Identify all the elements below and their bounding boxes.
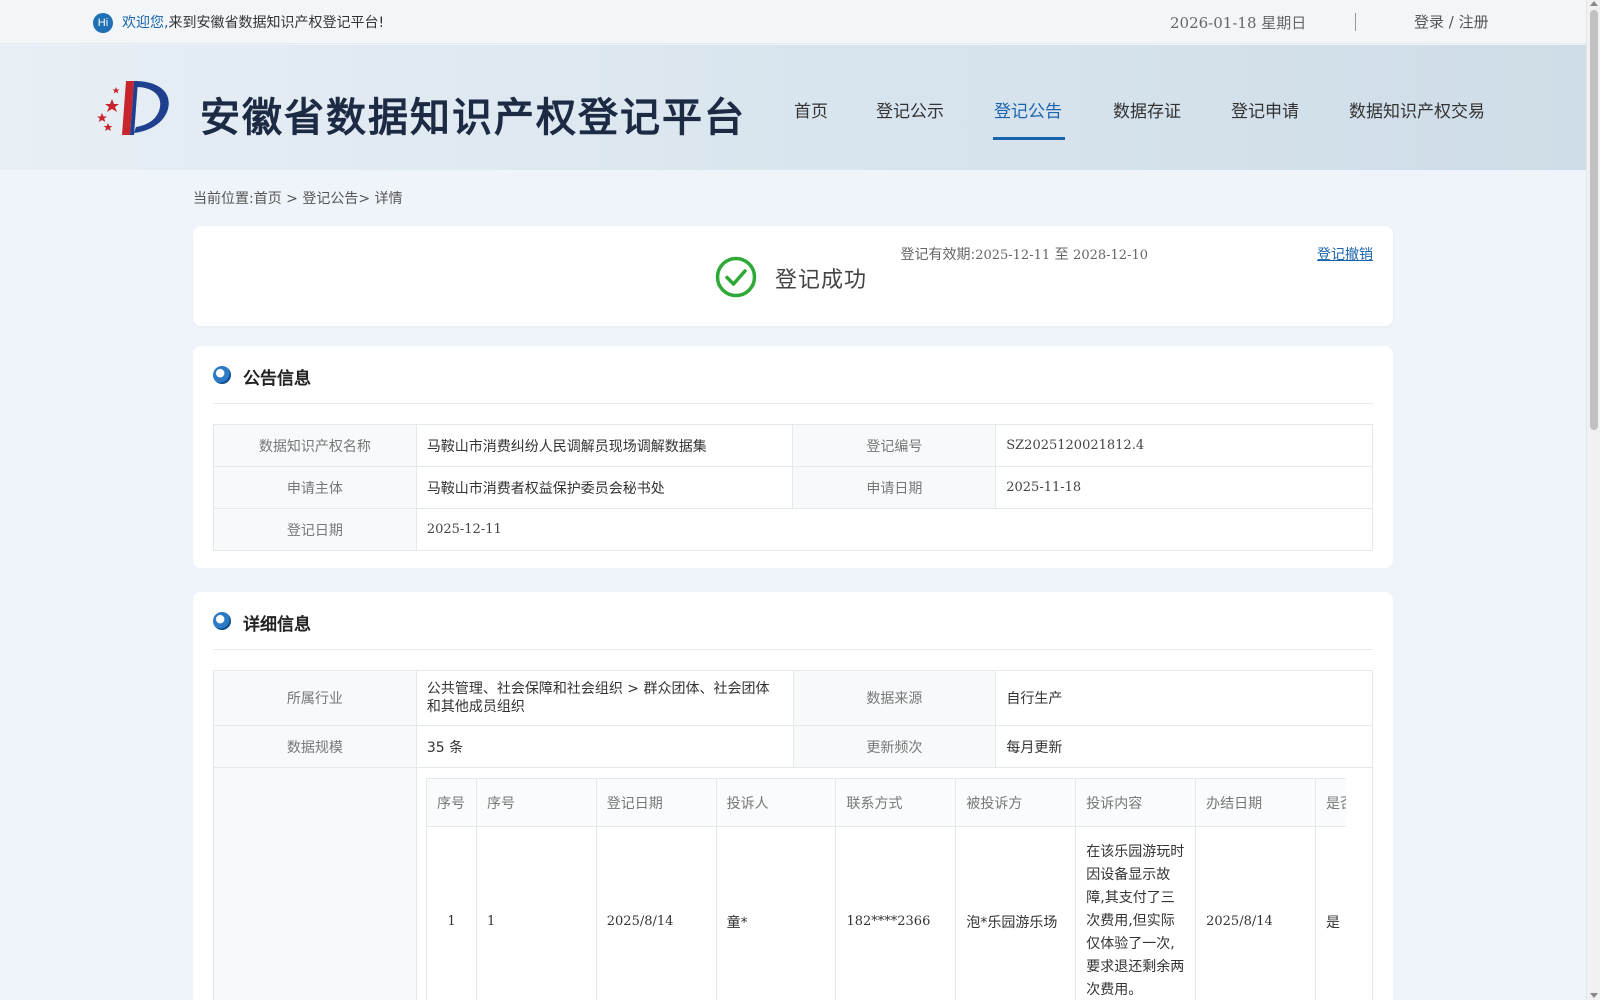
table-row: 数据知识产权名称 马鞍山市消费纠纷人民调解员现场调解数据集 登记编号 SZ202… — [213, 424, 1373, 467]
column-header: 序号 — [426, 778, 477, 827]
section-title: 公告信息 — [243, 369, 311, 389]
register-link[interactable]: 注册 — [1459, 13, 1489, 31]
name-value: 马鞍山市消费纠纷人民调解员现场调解数据集 — [415, 424, 794, 467]
table-row: 申请主体 马鞍山市消费者权益保护委员会秘书处 申请日期 2025-11-18 — [213, 466, 1373, 509]
table-row: 1 1 2025/8/14 童* 182****2366 泡*乐园游乐场 在该乐… — [426, 826, 1346, 1000]
validity-label: 登记有效期: — [900, 247, 976, 263]
industry-label: 所属行业 — [213, 670, 417, 726]
page-scrollbar[interactable] — [1586, 0, 1600, 1000]
column-header: 被投诉方 — [955, 778, 1077, 827]
sample-table-scroll[interactable]: 序号 序号 登记日期 投诉人 联系方式 被投诉方 投诉内容 办结日期 是否 1 … — [426, 778, 1346, 1000]
reg-date-label: 登记日期 — [213, 508, 417, 551]
scale-value: 35 条 — [415, 725, 794, 768]
top-bar: Hi 欢迎您,来到安徽省数据知识产权登记平台! 2026-01-18 星期日 登… — [0, 0, 1586, 44]
check-circle-icon — [715, 256, 757, 298]
nav-active-indicator — [993, 137, 1065, 140]
table-header-row: 序号 序号 登记日期 投诉人 联系方式 被投诉方 投诉内容 办结日期 是否 — [426, 778, 1346, 827]
breadcrumb-home[interactable]: 首页 — [254, 191, 282, 207]
reg-no-label: 登记编号 — [792, 424, 997, 467]
welcome-message: 来到安徽省数据知识产权登记平台! — [168, 15, 385, 31]
revoke-link[interactable]: 登记撤销 — [1317, 244, 1373, 264]
scale-label: 数据规模 — [213, 725, 417, 768]
current-date: 2026-01-18 星期日 — [1170, 14, 1307, 32]
freq-value: 每月更新 — [995, 725, 1373, 768]
nav-registration-announcement[interactable]: 登记公告 — [994, 97, 1062, 122]
scroll-down-arrow-icon[interactable] — [1590, 993, 1598, 998]
table-cell: 2025/8/14 — [1195, 826, 1316, 1000]
status-text: 登记成功 — [775, 268, 868, 293]
sample-table: 序号 序号 登记日期 投诉人 联系方式 被投诉方 投诉内容 办结日期 是否 1 … — [426, 778, 1346, 1000]
column-header: 投诉内容 — [1075, 778, 1197, 827]
nav-registration-application[interactable]: 登记申请 — [1231, 97, 1299, 122]
applicant-value: 马鞍山市消费者权益保护委员会秘书处 — [415, 466, 794, 509]
scroll-thumb[interactable] — [1590, 10, 1598, 430]
hi-icon: Hi — [93, 13, 113, 33]
welcome-prefix: 欢迎您, — [122, 15, 169, 31]
column-header: 联系方式 — [835, 778, 957, 827]
status-card: 登记有效期:2025-12-11 至 2028-12-10 登记撤销 登记成功 — [193, 226, 1393, 326]
main-nav: 首页 登记公示 登记公告 数据存证 登记申请 数据知识产权交易 — [0, 97, 1586, 147]
detail-header: 详细信息 — [213, 592, 1373, 650]
breadcrumb-separator: > — [281, 191, 303, 207]
table-cell: 1 — [475, 826, 597, 1000]
breadcrumb-prefix: 当前位置: — [193, 191, 254, 207]
name-label: 数据知识产权名称 — [213, 424, 417, 467]
industry-value: 公共管理、社会保障和社会组织 > 群众团体、社会团体和其他成员组织 — [415, 670, 794, 726]
freq-label: 更新频次 — [792, 725, 997, 768]
validity-period: 登记有效期:2025-12-11 至 2028-12-10 — [900, 244, 1148, 264]
announcement-card: 公告信息 数据知识产权名称 马鞍山市消费纠纷人民调解员现场调解数据集 登记编号 … — [193, 346, 1393, 568]
column-header: 登记日期 — [595, 778, 717, 827]
nav-registration-publicity[interactable]: 登记公示 — [876, 97, 944, 122]
breadcrumb: 当前位置:首页 > 登记公告> 详情 — [193, 188, 403, 208]
table-cell: 1 — [426, 826, 477, 1000]
sample-label-cell — [213, 767, 417, 1000]
nav-ip-trading[interactable]: 数据知识产权交易 — [1349, 97, 1485, 122]
validity-start: 2025-12-11 — [975, 248, 1051, 263]
table-cell: 童* — [715, 826, 837, 1000]
table-cell: 2025/8/14 — [595, 826, 717, 1000]
table-row: 数据规模 35 条 更新频次 每月更新 — [213, 725, 1373, 768]
welcome-text: 欢迎您,来到安徽省数据知识产权登记平台! — [122, 12, 384, 32]
column-header: 序号 — [475, 778, 597, 827]
applicant-label: 申请主体 — [213, 466, 417, 509]
auth-links: 登录 / 注册 — [1414, 11, 1489, 32]
table-cell: 是 — [1315, 826, 1346, 1000]
section-bullet-icon — [213, 366, 231, 384]
site-header: 安徽省数据知识产权登记平台 首页 登记公示 登记公告 数据存证 登记申请 数据知… — [0, 45, 1586, 170]
nav-home[interactable]: 首页 — [794, 97, 828, 122]
validity-to: 至 — [1050, 247, 1074, 263]
table-row: 所属行业 公共管理、社会保障和社会组织 > 群众团体、社会团体和其他成员组织 数… — [213, 670, 1373, 726]
reg-no-value: SZ2025120021812.4 — [995, 424, 1373, 467]
divider — [1355, 13, 1356, 31]
table-cell: 182****2366 — [835, 826, 957, 1000]
source-label: 数据来源 — [792, 670, 997, 726]
apply-date-label: 申请日期 — [792, 466, 997, 509]
announcement-table: 数据知识产权名称 马鞍山市消费纠纷人民调解员现场调解数据集 登记编号 SZ202… — [213, 424, 1374, 551]
auth-separator: / — [1444, 13, 1459, 31]
table-cell: 泡*乐园游乐场 — [955, 826, 1077, 1000]
column-header: 办结日期 — [1195, 778, 1316, 827]
apply-date-value: 2025-11-18 — [995, 466, 1373, 509]
login-link[interactable]: 登录 — [1414, 13, 1444, 31]
validity-end: 2028-12-10 — [1073, 248, 1148, 263]
scroll-up-arrow-icon[interactable] — [1590, 1, 1598, 6]
breadcrumb-current: 详情 — [374, 191, 403, 207]
section-bullet-icon — [213, 612, 231, 630]
announcement-header: 公告信息 — [213, 346, 1373, 404]
table-cell: 在该乐园游玩时因设备显示故障,其支付了三次费用,但实际仅体验了一次,要求退还剩余… — [1075, 826, 1197, 1000]
table-row: 登记日期 2025-12-11 — [213, 508, 1374, 551]
column-header: 投诉人 — [715, 778, 837, 827]
source-value: 自行生产 — [995, 670, 1373, 726]
breadcrumb-separator: > — [358, 191, 375, 207]
breadcrumb-section[interactable]: 登记公告 — [302, 191, 358, 207]
column-header: 是否 — [1315, 778, 1346, 827]
reg-date-value: 2025-12-11 — [415, 508, 1374, 551]
section-title: 详细信息 — [243, 615, 311, 635]
nav-data-evidence[interactable]: 数据存证 — [1113, 97, 1181, 122]
